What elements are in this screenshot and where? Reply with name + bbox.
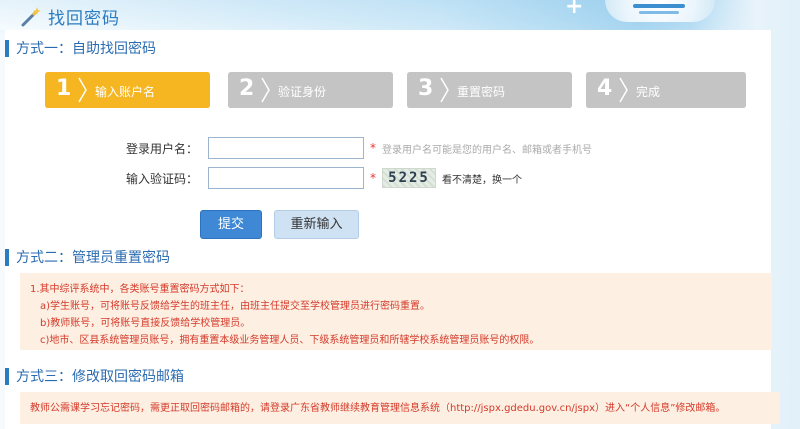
username-row: 登录用户名： * 登录用户名可能是您的用户名、邮箱或者手机号 — [88, 137, 592, 159]
username-input[interactable] — [208, 137, 364, 159]
submit-button[interactable]: 提交 — [200, 210, 262, 239]
page-title: 找回密码 — [48, 9, 120, 29]
step-2: 2 验证身份 — [228, 72, 396, 108]
username-hint: 登录用户名可能是您的用户名、邮箱或者手机号 — [382, 144, 592, 156]
magic-wand-icon — [20, 6, 42, 28]
notice-line: c)地市、区县系统管理员账号，拥有重置本级业务管理人员、下级系统管理员和所辖学校… — [40, 335, 540, 346]
captcha-refresh-link[interactable]: 看不清楚，换一个 — [442, 171, 522, 186]
step-1: 1 输入账户名 — [45, 72, 213, 108]
captcha-input[interactable] — [208, 167, 364, 189]
section-title: 方式一：自助找回密码 — [16, 41, 156, 57]
section-title: 方式三：修改取回密码邮箱 — [16, 369, 184, 385]
username-label: 登录用户名： — [125, 141, 198, 156]
required-mark: * — [370, 171, 376, 185]
plus-decoration-icon: + — [565, 0, 584, 19]
step-3: 3 重置密码 — [407, 72, 575, 108]
section-title: 方式二：管理员重置密码 — [16, 250, 170, 266]
reset-button[interactable]: 重新输入 — [274, 210, 359, 239]
required-mark: * — [370, 141, 376, 155]
notice-line: 1.其中综评系统中，各类账号重置密码方式如下： — [30, 284, 250, 295]
method2-notice: 1.其中综评系统中，各类账号重置密码方式如下： a)学生账号，可将账号反馈给学生… — [20, 273, 772, 350]
method3-notice: 教师公需课学习忘记密码，需更正取回密码邮箱的，请登录广东省教师继续教育管理信息系… — [20, 392, 780, 424]
page-header: 找回密码 — [20, 4, 120, 29]
step-4: 4 完成 — [586, 72, 754, 108]
section-header-method3: 方式三：修改取回密码邮箱 — [5, 366, 184, 386]
notice-text: 教师公需课学习忘记密码，需更正取回密码邮箱的，请登录广东省教师继续教育管理信息系… — [30, 403, 726, 414]
section-header-method1: 方式一：自助找回密码 — [5, 38, 156, 58]
notice-line: b)教师账号，可将账号直接反馈给学校管理员。 — [40, 318, 251, 329]
captcha-image[interactable]: 5225 — [382, 168, 436, 188]
section-header-method2: 方式二：管理员重置密码 — [5, 247, 170, 267]
captcha-label: 输入验证码： — [125, 171, 198, 186]
captcha-row: 输入验证码： * 5225 看不清楚，换一个 — [88, 167, 522, 189]
notice-line: a)学生账号，可将账号反馈给学生的班主任，由班主任提交至学校管理员进行密码重置。 — [40, 301, 431, 312]
site-logo — [605, 0, 715, 22]
